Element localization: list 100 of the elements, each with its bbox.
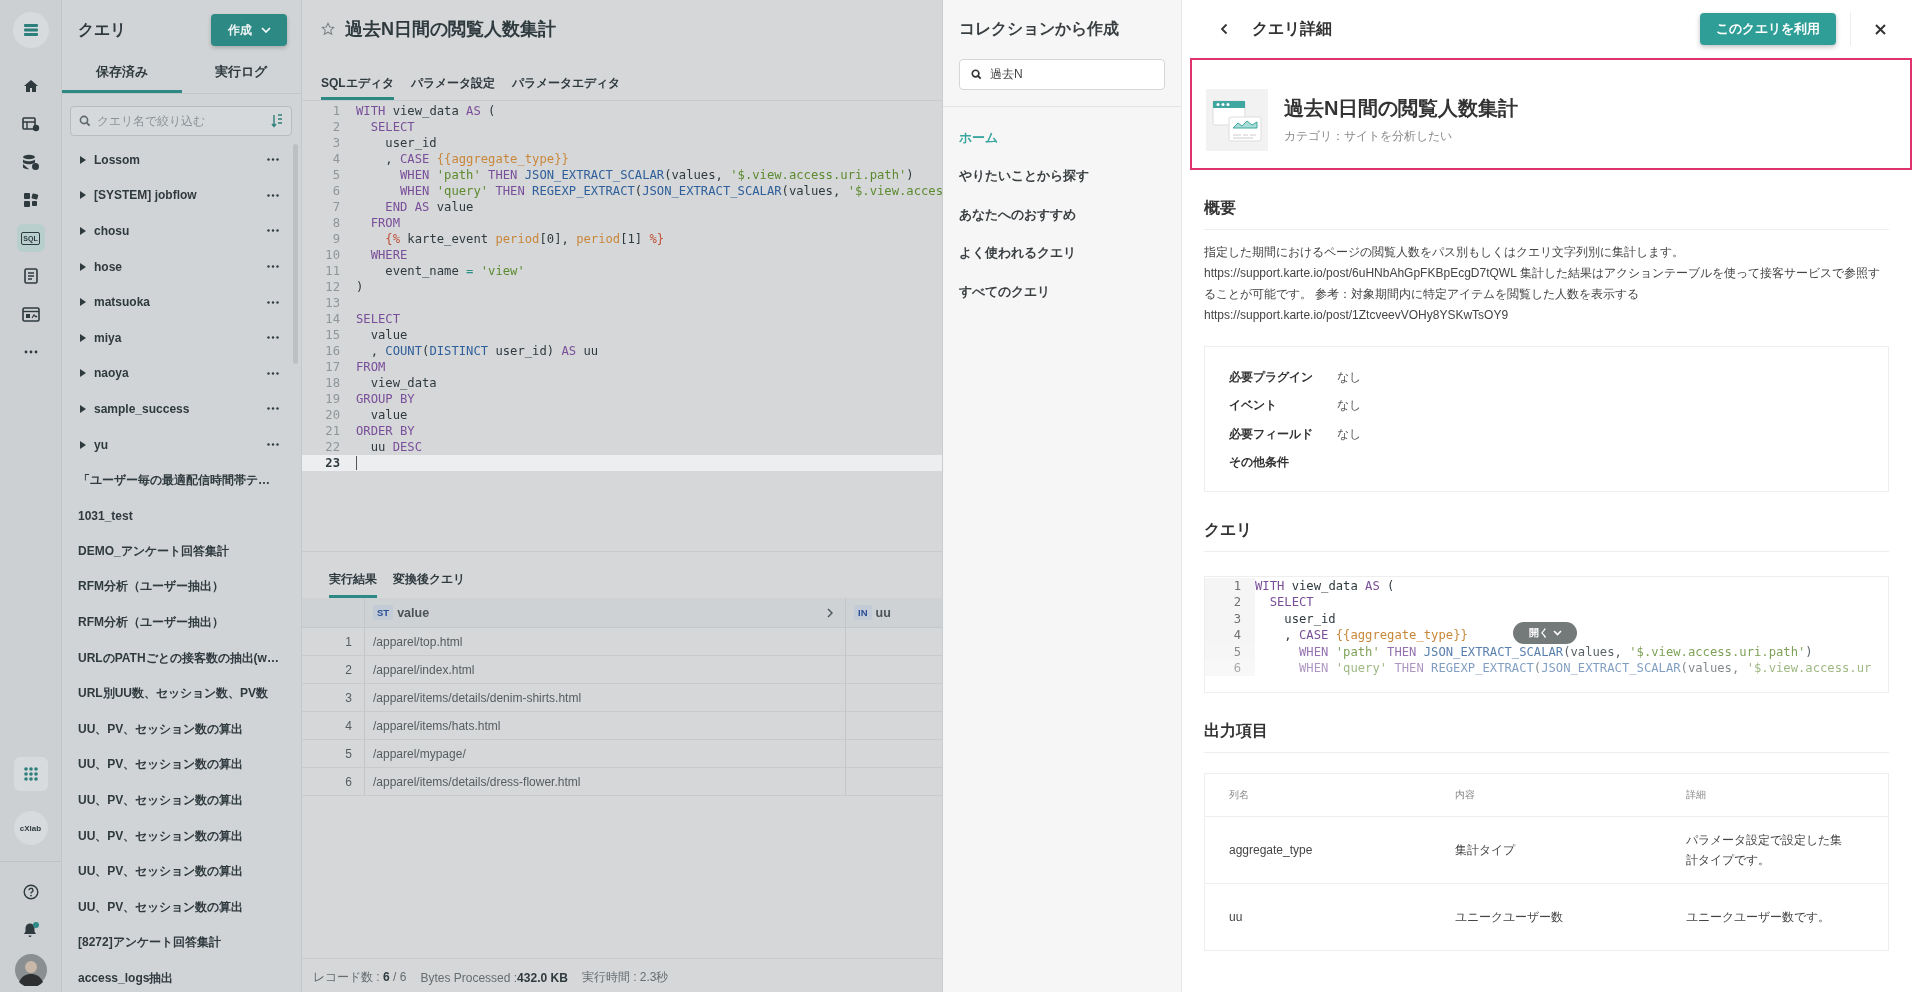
code-line: , COUNT(DISTINCT user_id) AS uu [369,343,599,359]
sidebar-tab[interactable]: 実行ログ [181,55,301,93]
more-icon[interactable] [267,193,279,197]
folder-name[interactable]: Lossom [94,152,267,167]
caret-icon[interactable] [80,191,86,200]
folder-name[interactable]: hose [94,259,267,274]
query-name[interactable]: URL別UU数、セッション数、PV数 [78,685,279,703]
nav-item[interactable]: よく使われるクエリ [943,234,1181,273]
folder-name[interactable]: yu [94,437,267,452]
line-number: 18 [324,375,341,391]
logo-icon[interactable] [12,12,49,48]
sort-icon[interactable] [271,114,283,128]
code-line: WHEN 'path' THEN JSON_EXTRACT_SCALAR(values, '$.view.access.uri.path') [399,167,914,183]
table-cell-text: パラメータ設定で設定した集計タイプです。 [1686,832,1843,869]
query-name[interactable]: UU、PV、セッション数の算出 [78,863,279,881]
status-text: Bytes Processed :432.0 KB [420,970,568,985]
search-field[interactable]: クエリ名で絞り込む [70,106,292,136]
query-name[interactable]: URLのPATHごとの接客数の抽出(w… [78,649,279,667]
row-number: 6 [302,768,364,796]
more-icon[interactable] [267,229,279,233]
caret-icon[interactable] [80,262,86,271]
results-tab[interactable]: 変換後クエリ [393,552,465,598]
user-avatar[interactable] [14,954,47,987]
sidebar-tab[interactable]: 保存済み [62,55,182,93]
column-header[interactable]: ST value [364,598,845,628]
folder-name[interactable]: chosu [94,224,267,238]
query-name[interactable]: UU、PV、セッション数の算出 [78,720,279,738]
code-line: ) [356,279,364,295]
line-number: 15 [324,327,341,343]
nav-item[interactable]: すべてのクエリ [943,273,1181,312]
folder-name[interactable]: [SYSTEM] jobflow [94,188,267,203]
line-number: 6 [331,183,341,199]
table-cell-text: aggregate_type [1229,842,1314,859]
caret-icon[interactable] [80,404,86,413]
chevron-down-icon[interactable] [1552,630,1562,636]
nav-item[interactable]: あなたへのおすすめ [943,196,1181,235]
editor-tab[interactable]: パラメータ設定 [410,58,495,100]
more-icon[interactable] [267,443,279,447]
more-icon[interactable] [267,407,279,411]
folder-name[interactable]: naoya [94,366,267,381]
more-icon[interactable] [267,300,279,304]
line-number: 8 [331,215,341,231]
caret-icon[interactable] [260,27,271,33]
code-line: WITH view_data AS ( [1255,578,1395,595]
close-icon[interactable] [1875,23,1886,35]
table-cell-text: ユニークユーザー数です。 [1686,909,1831,926]
line-number: 22 [324,439,341,455]
folder-name[interactable]: matsuoka [94,295,267,310]
caret-icon[interactable] [80,298,86,307]
caret-icon[interactable] [80,227,86,235]
caret-icon[interactable] [80,369,86,378]
more-icon[interactable] [267,158,279,162]
folder-name[interactable]: miya [94,330,267,345]
more-icon[interactable] [267,336,279,340]
panel-title: クエリ詳細 [1252,18,1333,39]
line-number: 12 [324,279,341,295]
column-header: 列名 [1229,788,1250,802]
caret-icon[interactable] [80,155,86,164]
apps-grid-icon[interactable] [13,757,48,792]
query-name[interactable]: 「ユーザー毎の最適配信時間帯テ… [78,471,279,489]
project-avatar[interactable]: cXlab [13,811,48,846]
line-number: 21 [324,423,341,439]
status-text: レコード数 : 6 / 6 [313,969,407,987]
line-number: 4 [331,151,341,167]
query-name[interactable]: UU、PV、セッション数の算出 [78,827,279,845]
code-line: WITH view_data AS ( [356,103,496,119]
nav-item[interactable]: やりたいことから探す [943,157,1181,196]
caret-icon[interactable] [80,333,86,342]
more-icon[interactable] [267,265,279,269]
editor-tab[interactable]: SQLエディタ [321,58,394,100]
query-name[interactable]: RFM分析（ユーザー抽出） [78,578,279,596]
requirement-label: 必要プラグイン [1229,368,1314,386]
code-line: event_name = 'view' [384,263,525,279]
query-name[interactable]: [8272]アンケート回答集計 [78,934,279,952]
expand-button[interactable]: 開く [1513,622,1577,644]
code-line: value [369,407,408,423]
line-number: 1 [331,103,341,119]
query-name[interactable]: RFM分析（ユーザー抽出） [78,614,279,631]
row-number: 5 [302,740,364,768]
folder-name[interactable]: sample_success [94,401,267,416]
more-icon[interactable] [267,371,279,375]
query-name[interactable]: 1031_test [78,508,279,523]
line-number: 3 [331,135,341,151]
chevron-right-icon[interactable] [827,607,833,618]
editor-tab[interactable]: パラメータエディタ [511,58,620,100]
query-name[interactable]: UU、PV、セッション数の算出 [78,792,279,809]
back-icon[interactable] [1220,23,1228,35]
create-button[interactable]: 作成 [211,14,287,46]
query-name[interactable]: UU、PV、セッション数の算出 [78,756,279,774]
code-line: SELECT [369,119,415,135]
status-text: 実行時間 : 2.3秒 [581,969,669,987]
search-field[interactable]: 過去N [959,59,1165,90]
query-name[interactable]: access_logs抽出 [78,969,279,987]
caret-icon[interactable] [80,440,86,449]
star-icon[interactable] [321,22,335,36]
query-name[interactable]: UU、PV、セッション数の算出 [78,898,279,916]
table-cell: /apparel/items/details/denim-shirts.html [364,684,845,712]
query-name[interactable]: DEMO_アンケート回答集計 [78,542,279,560]
column-header[interactable]: IN uu [845,598,942,628]
code-line: GROUP BY [356,391,415,407]
